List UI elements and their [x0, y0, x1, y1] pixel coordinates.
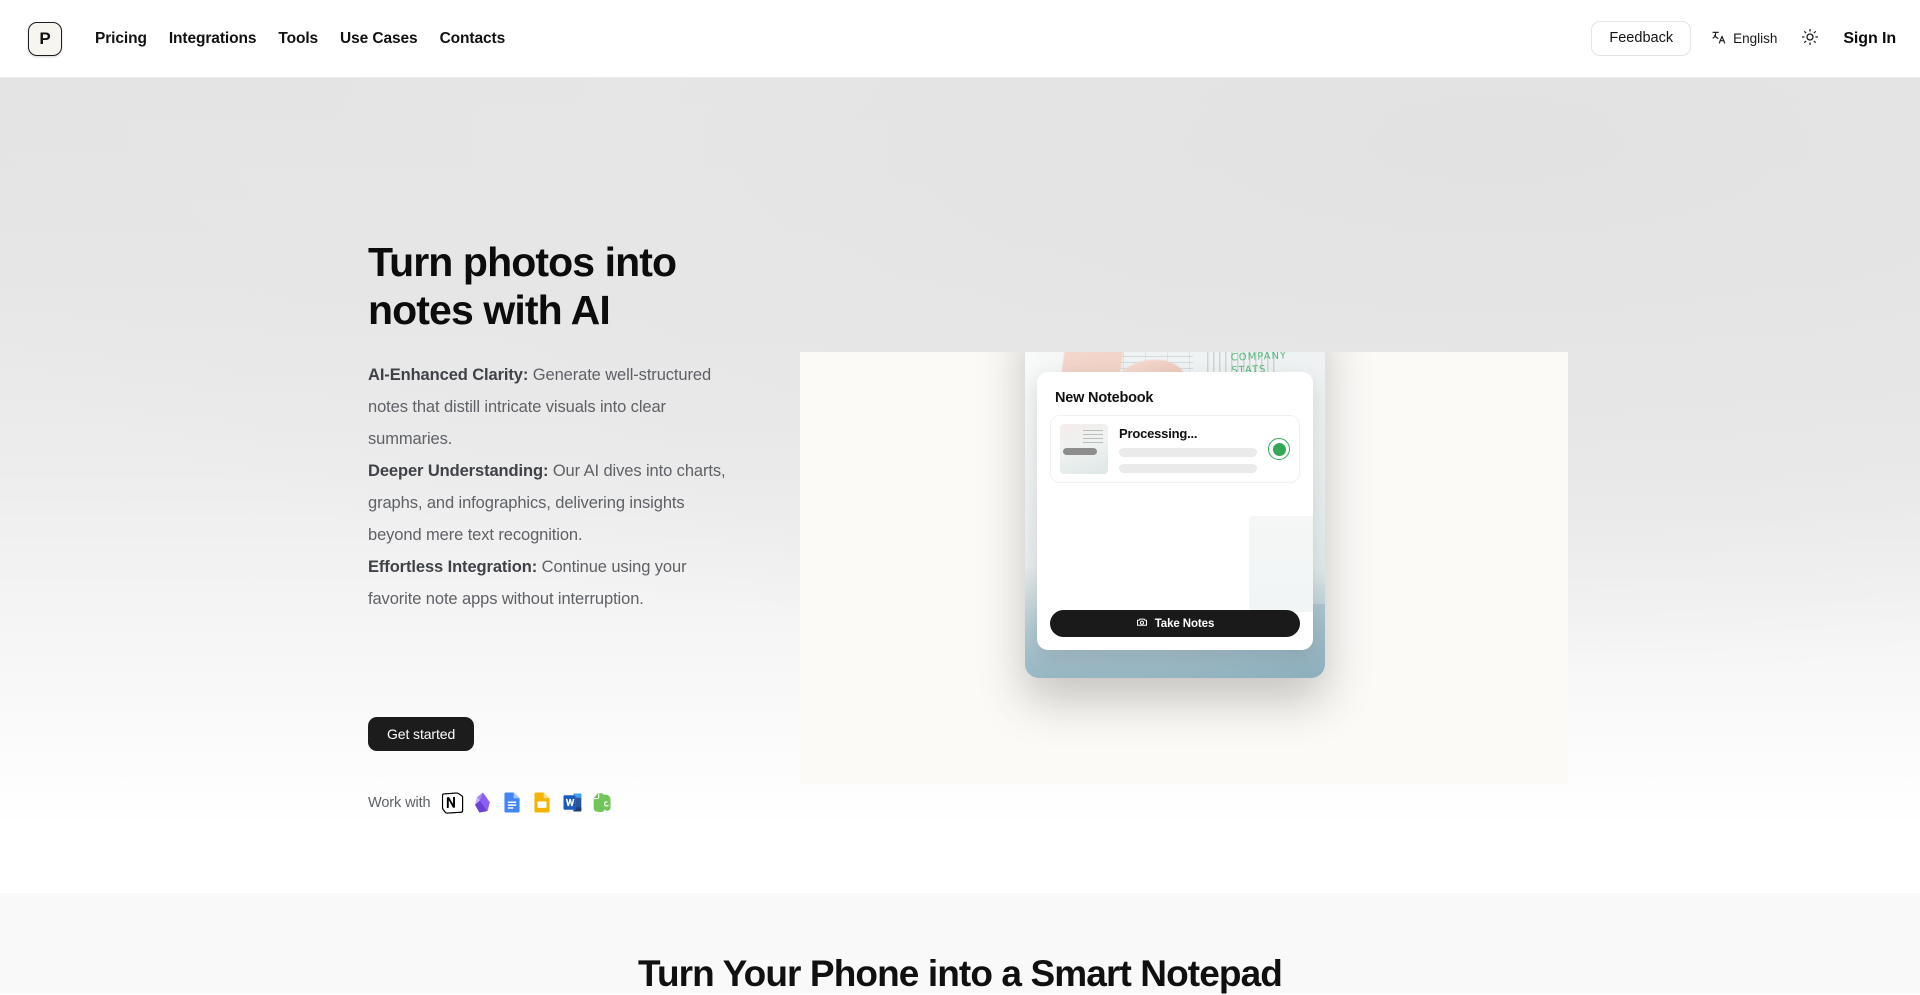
main-navigation: Pricing Integrations Tools Use Cases Con…	[95, 30, 505, 48]
language-label: English	[1733, 31, 1778, 46]
translate-icon	[1711, 29, 1727, 48]
header-actions: Feedback English Sign In	[1591, 21, 1896, 56]
nav-use-cases[interactable]: Use Cases	[340, 30, 418, 48]
take-notes-label: Take Notes	[1154, 617, 1215, 630]
hero-copy: Turn photos into notes with AI AI-Enhanc…	[368, 238, 768, 615]
microsoft-word-icon[interactable]	[561, 791, 584, 814]
camera-icon	[1136, 616, 1148, 631]
smart-notepad-section: Turn Your Phone into a Smart Notepad	[0, 893, 1920, 994]
thumbnail-lines	[1083, 430, 1103, 446]
note-thumbnail	[1060, 424, 1108, 474]
status-indicator	[1268, 438, 1290, 460]
app-card: New Notebook Processing... Take Notes	[1037, 372, 1313, 650]
nav-contacts[interactable]: Contacts	[440, 30, 506, 48]
feature-term-1: Deeper Understanding:	[368, 462, 549, 480]
evernote-icon[interactable]	[591, 791, 614, 814]
work-with-label: Work with	[368, 794, 431, 811]
google-docs-icon[interactable]	[501, 791, 524, 814]
sign-in-link[interactable]: Sign In	[1843, 30, 1896, 48]
processing-item[interactable]: Processing...	[1050, 415, 1300, 483]
notion-icon[interactable]	[441, 791, 464, 814]
app-card-title: New Notebook	[1055, 390, 1154, 406]
nav-tools[interactable]: Tools	[278, 30, 318, 48]
take-notes-button[interactable]: Take Notes	[1050, 610, 1300, 637]
logo-letter: P	[39, 28, 51, 48]
skeleton-line	[1119, 463, 1257, 473]
hero-description: AI-Enhanced Clarity: Generate well-struc…	[368, 359, 740, 615]
section-title: Turn Your Phone into a Smart Notepad	[638, 953, 1283, 994]
hero-visual-panel: ↑ COMPANY STATS New Notebook	[800, 352, 1568, 784]
hero-title: Turn photos into notes with AI	[368, 239, 677, 333]
theme-toggle-button[interactable]	[1797, 26, 1823, 52]
obsidian-icon[interactable]	[471, 791, 494, 814]
ghost-document	[1249, 516, 1313, 612]
google-slides-icon[interactable]	[531, 791, 554, 814]
language-selector[interactable]: English	[1711, 29, 1777, 48]
integration-icons	[441, 791, 614, 814]
feature-term-2: Effortless Integration:	[368, 558, 538, 576]
feature-term-0: AI-Enhanced Clarity:	[368, 366, 529, 384]
site-header: P Pricing Integrations Tools Use Cases C…	[0, 0, 1920, 78]
nav-integrations[interactable]: Integrations	[169, 30, 257, 48]
sun-icon	[1801, 28, 1819, 49]
hero-section: Turn photos into notes with AI AI-Enhanc…	[0, 78, 1920, 893]
feedback-button[interactable]: Feedback	[1591, 21, 1692, 56]
get-started-button[interactable]: Get started	[368, 717, 475, 751]
work-with-row: Work with	[368, 791, 614, 814]
phone-mockup: ↑ COMPANY STATS New Notebook	[1025, 352, 1325, 678]
processing-details: Processing...	[1119, 426, 1257, 473]
skeleton-line	[1119, 447, 1257, 457]
nav-pricing[interactable]: Pricing	[95, 30, 147, 48]
logo[interactable]: P	[28, 21, 62, 56]
processing-label: Processing...	[1119, 425, 1198, 441]
